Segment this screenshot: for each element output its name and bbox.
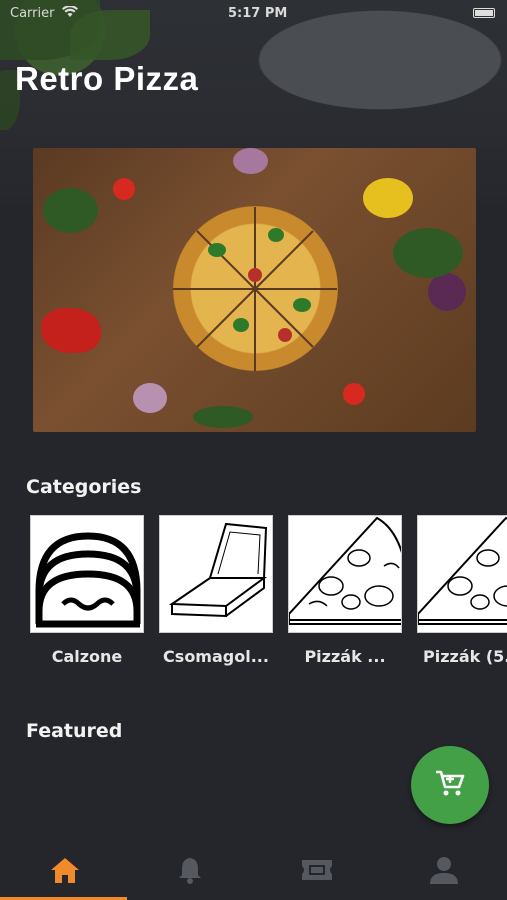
featured-heading: Featured (26, 720, 123, 742)
pizza-slice-icon (417, 515, 507, 633)
clock: 5:17 PM (228, 6, 288, 21)
tab-notifications[interactable] (127, 843, 253, 900)
user-icon (429, 855, 459, 889)
bottom-tab-bar (0, 843, 507, 900)
hero-pizza-image (33, 148, 476, 432)
pizza-slice-icon (288, 515, 402, 633)
cart-button[interactable] (411, 746, 489, 824)
categories-heading: Categories (26, 476, 142, 498)
battery-icon (473, 8, 495, 18)
tab-profile[interactable] (381, 843, 507, 900)
cart-icon (435, 769, 465, 801)
category-label: Csomagol... (163, 647, 269, 666)
app-title: Retro Pizza (15, 60, 199, 97)
category-pizzas-2[interactable]: Pizzák (5... (417, 515, 507, 666)
bell-icon (177, 856, 203, 888)
category-packaging[interactable]: Csomagol... (159, 515, 273, 666)
ticket-icon (300, 858, 334, 886)
home-icon (49, 856, 81, 888)
category-calzone[interactable]: Calzone (30, 515, 144, 666)
category-label: Pizzák (5... (423, 647, 507, 666)
categories-carousel[interactable]: Calzone Csomagol... Pizzák ... Pizzák (5 (30, 515, 507, 675)
status-bar: Carrier 5:17 PM (0, 0, 507, 28)
tab-home[interactable] (2, 843, 128, 900)
pizza-box-icon (159, 515, 273, 633)
carrier-label: Carrier (10, 6, 55, 21)
category-label: Pizzák ... (304, 647, 386, 666)
wifi-icon (62, 5, 78, 21)
category-label: Calzone (51, 647, 123, 666)
category-pizzas[interactable]: Pizzák ... (288, 515, 402, 666)
calzone-icon (30, 515, 144, 633)
tab-tickets[interactable] (254, 843, 380, 900)
